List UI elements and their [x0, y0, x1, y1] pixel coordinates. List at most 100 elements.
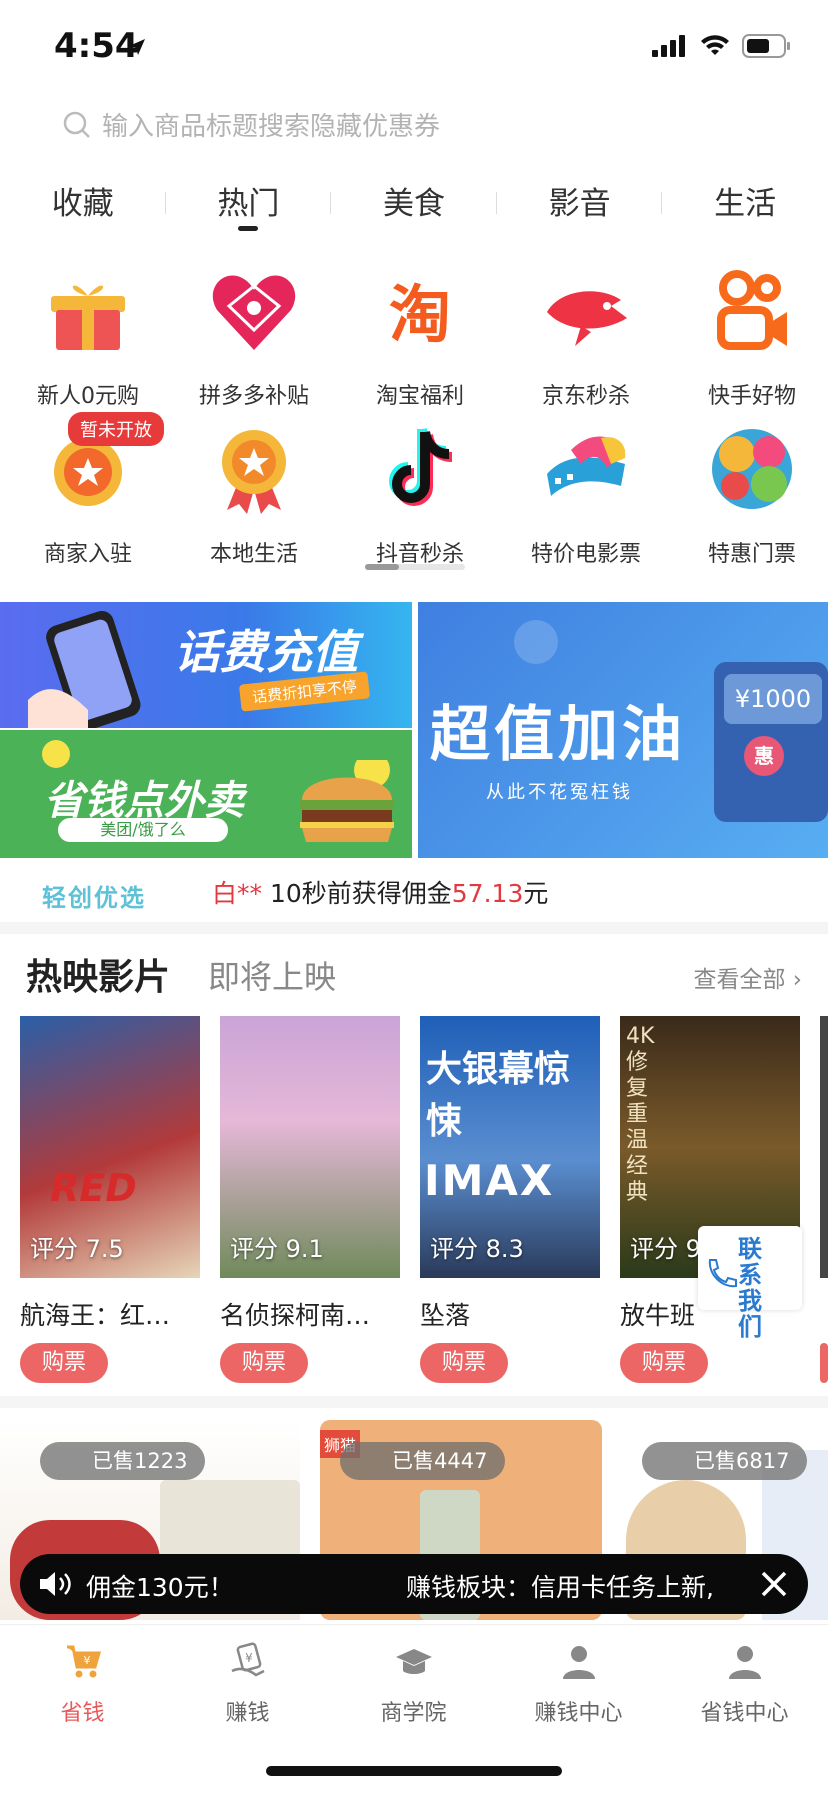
grid-item-taobao[interactable]: 淘 淘宝福利 — [337, 266, 503, 410]
tabbar-label: 省钱中心 — [700, 1701, 789, 1726]
ticker-unit: 元 — [523, 879, 549, 908]
battery-icon — [742, 34, 790, 58]
recharge-banner[interactable]: 话费充值 话费折扣享不停 — [0, 602, 412, 728]
tabbar-label: 赚钱 — [225, 1701, 270, 1726]
grid-label: 拼多多补贴 — [198, 384, 309, 409]
tabbar-item-save[interactable]: ¥ 省钱 — [0, 1641, 165, 1727]
tabbar-item-earn[interactable]: ¥ 赚钱 — [165, 1641, 330, 1727]
tab-food[interactable]: 美食 — [331, 178, 497, 238]
speaker-icon — [40, 1572, 71, 1596]
notice-bar[interactable]: 佣金130元！ 赚钱板块：信用卡任务上新, — [20, 1554, 808, 1614]
tab-label: 美食 — [382, 186, 445, 222]
grid-item-local[interactable]: 本地生活 — [171, 424, 337, 568]
tab-now-showing[interactable]: 热映影片 — [26, 948, 170, 1000]
tab-hot[interactable]: 热门 — [166, 178, 332, 238]
takeout-subtitle: 美团/饿了么 — [58, 818, 228, 842]
fuel-subtitle: 从此不花冤枉钱 — [486, 782, 633, 803]
status-time: 4:54 — [54, 26, 139, 66]
burger-illustration — [300, 760, 394, 842]
grid-label: 本地生活 — [209, 542, 298, 567]
svg-text:淘: 淘 — [389, 278, 451, 351]
buy-ticket-button[interactable]: 购票 — [20, 1343, 108, 1383]
search-bar[interactable]: 输入商品标题搜索隐藏优惠券 — [62, 106, 440, 143]
tabbar-label: 商学院 — [380, 1701, 447, 1726]
douyin-icon — [389, 427, 453, 506]
grid-label: 快手好物 — [707, 384, 796, 409]
buy-ticket-button[interactable]: 购票 — [620, 1343, 708, 1383]
poster-art: 大银幕惊悚 — [426, 1049, 571, 1142]
ticker-amount: 57.13 — [451, 879, 524, 908]
tab-label: 收藏 — [51, 186, 114, 222]
movie-poster[interactable]: 评分 9.1 — [220, 1016, 400, 1278]
search-input[interactable]: 输入商品标题搜索隐藏优惠券 — [102, 106, 440, 143]
see-all-link[interactable]: 查看全部 › — [693, 960, 802, 994]
fuel-banner[interactable]: 超值加油 从此不花冤枉钱 ¥1000 惠 — [418, 602, 828, 858]
location-arrow-icon — [129, 39, 145, 55]
phone-icon — [708, 1259, 737, 1288]
ticket-icon — [712, 429, 792, 509]
movie-poster[interactable]: RED 评分 7.5 — [20, 1016, 200, 1278]
jd-icon — [547, 291, 627, 346]
grid-label: 特价电影票 — [530, 542, 641, 567]
grid-item-kuaishou[interactable]: 快手好物 — [669, 266, 828, 410]
ticker-user: 白** — [212, 879, 263, 908]
grid-item-pdd[interactable]: 拼多多补贴 — [171, 266, 337, 410]
phone-illustration — [28, 610, 141, 728]
search-icon — [63, 111, 90, 138]
buy-ticket-button[interactable] — [820, 1343, 828, 1383]
poster-art: RED — [50, 1166, 137, 1210]
graduation-cap-icon — [395, 1649, 432, 1674]
category-tabs: 收藏 热门 美食 影音 生活 — [0, 178, 828, 238]
decor-circle — [514, 620, 558, 664]
section-divider — [0, 922, 828, 934]
grid-label: 京东秒杀 — [541, 384, 630, 409]
local-icon — [222, 430, 286, 514]
tabbar-item-save-center[interactable]: 省钱中心 — [662, 1641, 827, 1727]
section-divider — [0, 1396, 828, 1408]
tab-media[interactable]: 影音 — [497, 178, 663, 238]
grid-label: 淘宝福利 — [375, 384, 464, 409]
buy-ticket-button[interactable]: 购票 — [220, 1343, 308, 1383]
grid-scroll-thumb — [365, 564, 399, 570]
buy-ticket-button[interactable]: 购票 — [420, 1343, 508, 1383]
notice-text-left: 佣金130元！ — [86, 1573, 234, 1602]
close-icon[interactable] — [760, 1570, 788, 1598]
movie-rating: 评分 7.5 — [30, 1235, 124, 1263]
tabbar-item-earn-center[interactable]: 赚钱中心 — [496, 1641, 661, 1727]
grid-item-movie-ticket[interactable]: 特价电影票 — [503, 424, 669, 568]
user-icon — [728, 1646, 761, 1679]
ticker-text: 10秒前获得佣金 — [262, 879, 452, 908]
movie-rating: 评分 9 — [630, 1235, 701, 1263]
cart-icon: ¥ — [66, 1645, 101, 1678]
tab-label: 影音 — [548, 186, 611, 222]
wifi-icon — [701, 35, 729, 55]
grid-item-jd[interactable]: 京东秒杀 — [503, 266, 669, 410]
grid-item-douyin[interactable]: 抖音秒杀 — [337, 424, 503, 568]
svg-text:¥: ¥ — [83, 1654, 90, 1667]
decor-dot — [42, 740, 70, 768]
commission-ticker: 白** 10秒前获得佣金57.13元 — [212, 874, 548, 910]
sold-count-badge: 已售4447 — [340, 1442, 506, 1480]
poster-art: 4K修复重温经典 — [626, 1024, 655, 1205]
tab-label: 生活 — [714, 186, 777, 222]
takeout-banner[interactable]: 省钱点外卖 美团/饿了么 — [0, 730, 412, 858]
tab-life[interactable]: 生活 — [662, 178, 828, 238]
tab-collect[interactable]: 收藏 — [0, 178, 166, 238]
kuaishou-icon — [717, 270, 787, 350]
movie-title: 名侦探柯南… — [220, 1301, 371, 1330]
tab-upcoming[interactable]: 即将上映 — [208, 952, 336, 998]
grid-item-ticket[interactable]: 特惠门票 — [669, 424, 828, 568]
grid-label: 新人0元购 — [37, 384, 139, 409]
fuel-discount-tag: 惠 — [744, 736, 784, 776]
movie-poster[interactable]: 大银幕惊悚 IMAX 评分 8.3 — [420, 1016, 600, 1278]
status-icons — [652, 34, 792, 58]
tabbar-item-academy[interactable]: 商学院 — [331, 1641, 496, 1727]
tabbar-label: 省钱 — [60, 1701, 105, 1726]
svg-text:¥: ¥ — [245, 1651, 253, 1665]
grid-item-new-user[interactable]: 新人0元购 — [5, 266, 171, 410]
gift-icon — [51, 285, 125, 350]
brand-logo: 轻创优选 — [42, 884, 146, 912]
recharge-title: 话费充值 — [174, 625, 358, 679]
notice-text-right: 赚钱板块：信用卡任务上新, — [406, 1573, 714, 1602]
movie-poster[interactable] — [820, 1016, 828, 1278]
